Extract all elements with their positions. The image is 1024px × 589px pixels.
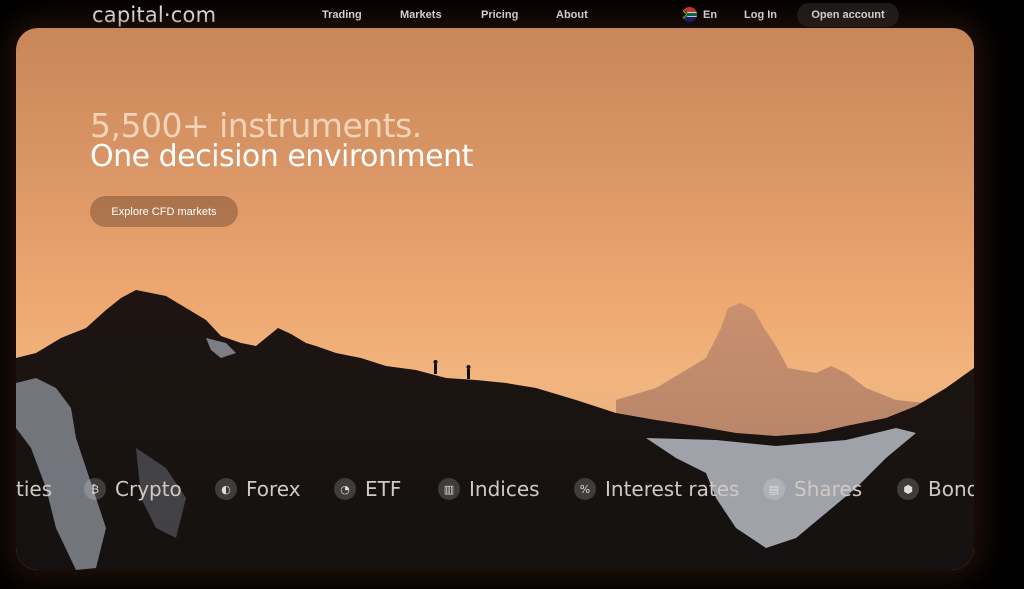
nav-markets[interactable]: Markets [400, 9, 442, 21]
ticker-label: ETF [365, 477, 402, 501]
forex-icon: ◐ [215, 478, 237, 500]
ticker-item-forex[interactable]: ◐ Forex [215, 474, 301, 504]
interest-rates-icon: % [574, 478, 596, 500]
ticker-item-interest-rates[interactable]: % Interest rates [574, 474, 739, 504]
etf-icon: ◔ [334, 478, 356, 500]
ticker-label: Indices [469, 477, 540, 501]
open-account-button[interactable]: Open account [797, 3, 899, 27]
indices-icon: ▥ [438, 478, 460, 500]
ticker-item-crypto[interactable]: ₿ Crypto [84, 474, 182, 504]
ticker-label: Bond [928, 477, 974, 501]
south-africa-flag-icon [682, 7, 697, 22]
nav-about[interactable]: About [556, 9, 588, 21]
hero-headline-line2: One decision environment [90, 139, 473, 174]
top-navigation: capital·com Trading Markets Pricing Abou… [0, 0, 1024, 30]
ticker-item-etf[interactable]: ◔ ETF [334, 474, 401, 504]
nav-trading[interactable]: Trading [322, 9, 362, 21]
crypto-icon: ₿ [84, 478, 106, 500]
nav-pricing[interactable]: Pricing [481, 9, 518, 21]
language-label: En [703, 8, 718, 21]
ticker-item-bonds[interactable]: ⬢ Bond [897, 474, 974, 504]
hero-banner: 5,500+ instruments. One decision environ… [16, 28, 974, 570]
language-selector[interactable]: En [682, 7, 717, 22]
ticker-label: Forex [246, 477, 301, 501]
login-link[interactable]: Log In [744, 9, 777, 21]
bonds-icon: ⬢ [897, 478, 919, 500]
ticker-item-indices[interactable]: ▥ Indices [438, 474, 540, 504]
explore-cfd-markets-button[interactable]: Explore CFD markets [90, 196, 238, 227]
capital-com-logo[interactable]: capital·com [92, 3, 216, 27]
ticker-label: ties [16, 477, 53, 501]
ticker-item-shares[interactable]: ▤ Shares [763, 474, 862, 504]
ticker-label: Crypto [115, 477, 182, 501]
shares-icon: ▤ [763, 478, 785, 500]
ticker-label: Shares [794, 477, 863, 501]
ticker-label: Interest rates [605, 477, 740, 501]
market-category-ticker: ties ₿ Crypto ◐ Forex ◔ ETF ▥ Indices % … [16, 474, 974, 504]
ticker-item-commodities[interactable]: ties [16, 474, 52, 504]
